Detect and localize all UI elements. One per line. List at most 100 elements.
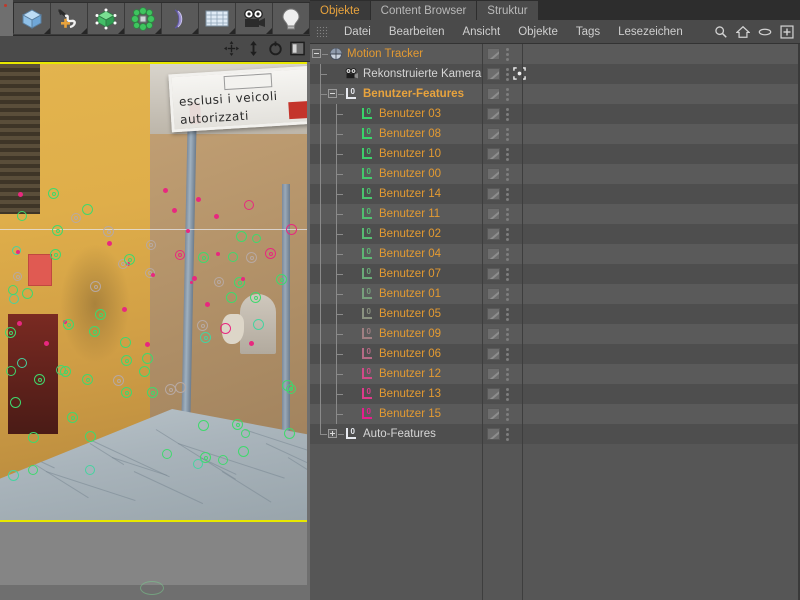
add-box-icon[interactable] xyxy=(779,24,794,39)
feature-icon[interactable]: 0 xyxy=(360,207,376,221)
table-row[interactable]: 0 Benutzer 14 xyxy=(310,184,800,204)
feature-icon[interactable]: 0 xyxy=(360,187,376,201)
visibility-swatch[interactable] xyxy=(487,388,500,400)
object-label[interactable]: Benutzer 15 xyxy=(379,408,441,420)
expand-icon[interactable] xyxy=(328,429,337,438)
tracker-marker[interactable] xyxy=(236,231,247,242)
object-label[interactable]: Benutzer 08 xyxy=(379,128,441,140)
tracker-marker[interactable] xyxy=(196,197,201,202)
tracker-marker[interactable] xyxy=(85,431,96,442)
tracker-marker[interactable] xyxy=(151,273,155,277)
table-row[interactable]: 0 Benutzer 02 xyxy=(310,224,800,244)
object-label[interactable]: Rekonstruierte Kamera xyxy=(363,68,481,80)
tracker-marker[interactable] xyxy=(286,224,297,235)
table-row[interactable]: 0 Benutzer 15 xyxy=(310,404,800,424)
tracker-marker[interactable] xyxy=(17,358,27,368)
visibility-swatch[interactable] xyxy=(487,288,500,300)
tracker-marker[interactable] xyxy=(28,465,38,475)
feature-icon[interactable]: 0 xyxy=(360,227,376,241)
tracker-marker[interactable] xyxy=(9,294,19,304)
feature-icon[interactable]: 0 xyxy=(360,147,376,161)
table-row[interactable]: 0 Benutzer 04 xyxy=(310,244,800,264)
object-label[interactable]: Benutzer 04 xyxy=(379,248,441,260)
tracker-marker[interactable] xyxy=(18,192,23,197)
collapse-icon[interactable] xyxy=(312,49,321,58)
feature-icon[interactable]: 0 xyxy=(344,87,360,101)
tracker-marker[interactable] xyxy=(192,276,197,281)
feature-icon[interactable]: 0 xyxy=(360,387,376,401)
object-label[interactable]: Benutzer 14 xyxy=(379,188,441,200)
object-label[interactable]: Benutzer 05 xyxy=(379,308,441,320)
feature-icon[interactable]: 0 xyxy=(360,407,376,421)
table-row[interactable]: 0 Benutzer 06 xyxy=(310,344,800,364)
visibility-dots[interactable] xyxy=(506,328,510,342)
tracker-marker[interactable] xyxy=(120,337,131,348)
visibility-swatch[interactable] xyxy=(487,308,500,320)
visibility-swatch[interactable] xyxy=(487,128,500,140)
tracker-marker[interactable] xyxy=(145,342,150,347)
tracker-marker[interactable] xyxy=(162,449,172,459)
camera-icon[interactable] xyxy=(344,67,360,81)
visibility-swatch[interactable] xyxy=(487,108,500,120)
table-row[interactable]: Motion Tracker xyxy=(310,44,800,64)
tracker-marker[interactable] xyxy=(190,281,193,284)
table-row[interactable]: 0 Benutzer 08 xyxy=(310,124,800,144)
object-label[interactable]: Auto-Features xyxy=(363,428,436,440)
visibility-dots[interactable] xyxy=(506,88,510,102)
tracker-marker[interactable] xyxy=(244,200,254,210)
table-row[interactable]: 0 Benutzer 03 xyxy=(310,104,800,124)
visibility-dots[interactable] xyxy=(506,108,510,122)
visibility-swatch[interactable] xyxy=(487,268,500,280)
table-row[interactable]: 0 Benutzer 12 xyxy=(310,364,800,384)
tracker-marker[interactable] xyxy=(241,277,245,281)
visibility-dots[interactable] xyxy=(506,308,510,322)
feature-icon[interactable]: 0 xyxy=(360,247,376,261)
tracker-marker[interactable] xyxy=(44,341,49,346)
visibility-dots[interactable] xyxy=(506,368,510,382)
tracker-marker[interactable] xyxy=(28,432,39,443)
visibility-dots[interactable] xyxy=(506,348,510,362)
tracker-marker[interactable] xyxy=(8,470,19,481)
visibility-dots[interactable] xyxy=(506,188,510,202)
visibility-swatch[interactable] xyxy=(487,68,500,80)
rotate-tool-icon[interactable] xyxy=(267,40,284,57)
visibility-swatch[interactable] xyxy=(487,188,500,200)
tab-content-browser[interactable]: Content Browser xyxy=(370,1,478,20)
feature-icon[interactable]: 0 xyxy=(360,287,376,301)
tracker-marker[interactable] xyxy=(228,252,238,262)
visibility-dots[interactable] xyxy=(506,288,510,302)
tracker-marker[interactable] xyxy=(186,229,190,233)
tracker-marker[interactable] xyxy=(16,250,20,254)
visibility-dots[interactable] xyxy=(506,428,510,442)
visibility-swatch[interactable] xyxy=(487,328,500,340)
search-icon[interactable] xyxy=(713,24,728,39)
tracker-marker[interactable] xyxy=(214,214,219,219)
visibility-swatch[interactable] xyxy=(487,228,500,240)
tracker-marker[interactable] xyxy=(198,420,209,431)
tracker-marker[interactable] xyxy=(216,252,220,256)
tracker-marker[interactable] xyxy=(218,455,228,465)
tracker-marker[interactable] xyxy=(17,321,22,326)
object-label[interactable]: Motion Tracker xyxy=(347,48,423,60)
collapse-icon[interactable] xyxy=(328,89,337,98)
feature-icon[interactable]: 0 xyxy=(360,127,376,141)
feature-icon[interactable]: 0 xyxy=(360,327,376,341)
menu-tags[interactable]: Tags xyxy=(567,20,609,44)
visibility-dots[interactable] xyxy=(506,148,510,162)
visibility-swatch[interactable] xyxy=(487,48,500,60)
tracker-marker[interactable] xyxy=(163,188,168,193)
tracker-marker[interactable] xyxy=(238,446,249,457)
eye-icon[interactable] xyxy=(757,24,772,39)
visibility-dots[interactable] xyxy=(506,268,510,282)
menu-bearbeiten[interactable]: Bearbeiten xyxy=(380,20,454,44)
table-row[interactable]: 0 Benutzer 01 xyxy=(310,284,800,304)
visibility-dots[interactable] xyxy=(506,388,510,402)
feature-icon[interactable]: 0 xyxy=(360,307,376,321)
tracker-marker[interactable] xyxy=(172,208,177,213)
object-label[interactable]: Benutzer 02 xyxy=(379,228,441,240)
visibility-swatch[interactable] xyxy=(487,148,500,160)
feature-icon[interactable]: 0 xyxy=(360,107,376,121)
object-label[interactable]: Benutzer-Features xyxy=(363,88,464,100)
table-row[interactable]: 0 Auto-Features xyxy=(310,424,800,444)
scale-tool-icon[interactable] xyxy=(245,40,262,57)
